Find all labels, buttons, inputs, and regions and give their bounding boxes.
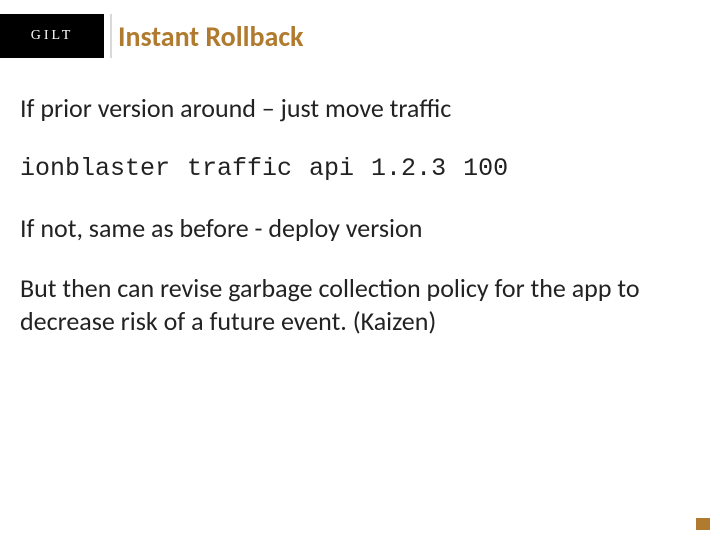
paragraph-1: If prior version around – just move traf… xyxy=(20,92,700,125)
command-line: ionblaster traffic api 1.2.3 100 xyxy=(20,153,700,184)
header-band: GILT Instant Rollback xyxy=(0,14,720,58)
accent-square-icon xyxy=(696,518,710,530)
title-divider xyxy=(110,14,112,58)
slide: GILT Instant Rollback If prior version a… xyxy=(0,0,720,540)
brand-logo-text: GILT xyxy=(31,28,74,44)
page-title: Instant Rollback xyxy=(118,19,304,54)
paragraph-2: If not, same as before - deploy version xyxy=(20,212,700,245)
paragraph-3: But then can revise garbage collection p… xyxy=(20,272,700,337)
body-area: If prior version around – just move traf… xyxy=(20,92,700,365)
brand-logo: GILT xyxy=(0,14,104,58)
